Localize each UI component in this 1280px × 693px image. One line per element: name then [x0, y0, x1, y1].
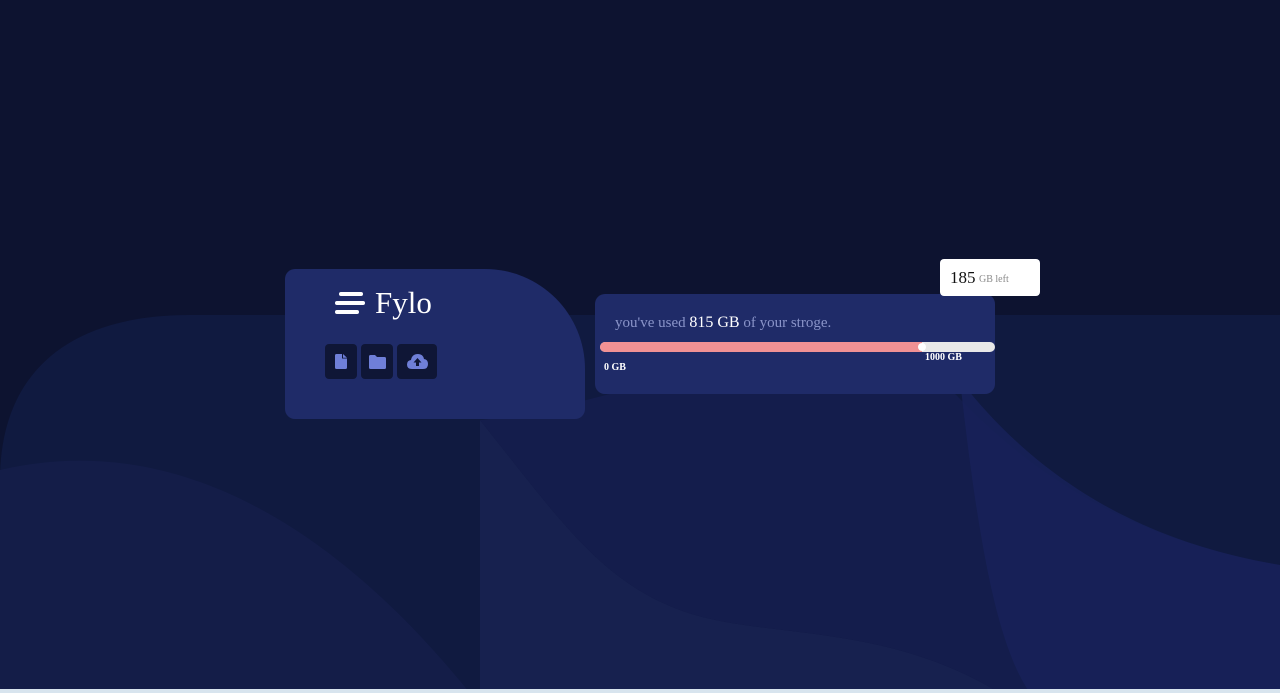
menu-icon	[335, 290, 365, 316]
logo: Fylo	[335, 287, 432, 318]
logo-card: Fylo	[285, 269, 585, 419]
storage-left-number: 185	[950, 268, 976, 287]
folder-button[interactable]	[361, 344, 393, 379]
storage-progress-knob	[918, 343, 926, 351]
upload-button[interactable]	[397, 344, 437, 379]
storage-left-callout: 185 GB left	[940, 259, 1040, 296]
storage-left-unit: GB left	[979, 274, 1009, 285]
storage-progress-bar	[600, 342, 995, 352]
usage-text: you've used 815 GB of your stroge.	[615, 314, 831, 332]
storage-card: you've used 815 GB of your stroge. 0 GB …	[595, 294, 995, 394]
page: Fylo you've used 815 GB of your stroge. …	[0, 0, 1280, 693]
progress-min-label: 0 GB	[604, 362, 626, 373]
usage-amount: 815 GB	[689, 314, 740, 331]
usage-suffix: of your stroge.	[743, 315, 832, 331]
brand-name: Fylo	[375, 285, 432, 320]
document-icon	[335, 354, 347, 369]
document-button[interactable]	[325, 344, 357, 379]
usage-prefix: you've used	[615, 315, 686, 331]
folder-icon	[368, 354, 386, 369]
icon-toolbar	[325, 344, 437, 379]
upload-icon	[406, 354, 428, 369]
progress-max-label: 1000 GB	[925, 352, 962, 363]
bottom-edge	[0, 689, 1280, 693]
storage-progress-fill	[600, 342, 922, 352]
